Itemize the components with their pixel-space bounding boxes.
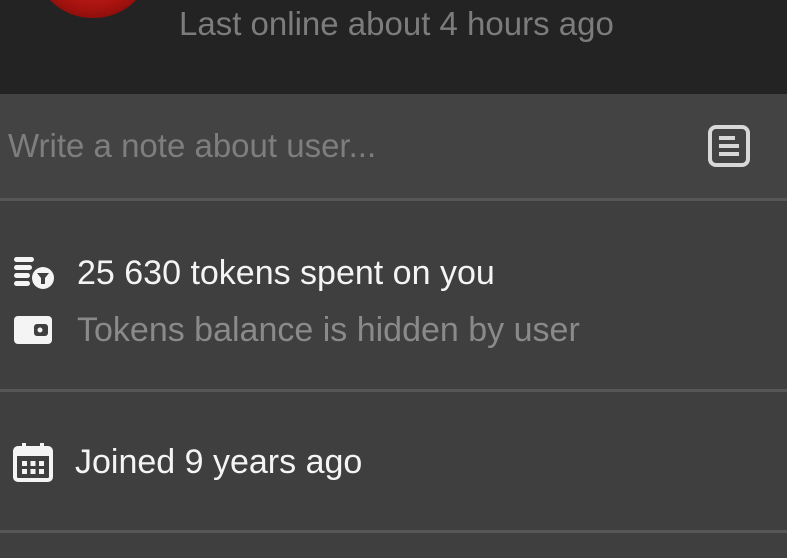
note-row <box>0 94 787 198</box>
avatar[interactable] <box>34 0 152 18</box>
calendar-icon <box>13 443 53 482</box>
wallet-icon <box>14 316 52 344</box>
joined-text: Joined 9 years ago <box>75 443 363 481</box>
next-section <box>0 533 787 558</box>
joined-section: Joined 9 years ago <box>0 392 787 530</box>
note-icon[interactable] <box>707 124 751 168</box>
tokens-spent-text: 25 630 tokens spent on you <box>77 254 495 292</box>
profile-header: Last online about 4 hours ago <box>0 0 787 94</box>
tokens-balance-text: Tokens balance is hidden by user <box>77 311 580 349</box>
tokens-section: 25 630 tokens spent on you Tokens balanc… <box>0 201 787 389</box>
note-input[interactable] <box>0 94 690 198</box>
last-online-status: Last online about 4 hours ago <box>179 5 614 42</box>
user-profile-panel: Last online about 4 hours ago 25 630 tok… <box>0 0 787 558</box>
coins-icon <box>14 257 54 289</box>
